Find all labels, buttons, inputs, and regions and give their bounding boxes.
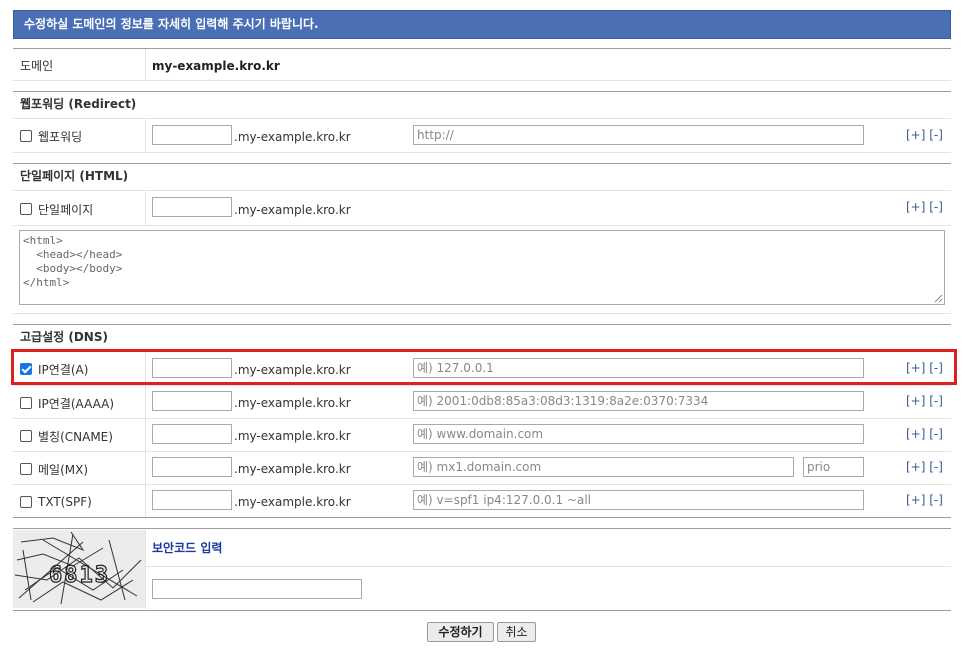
dns-mx-domain-suffix: .my-example.kro.kr <box>234 462 351 476</box>
redirect-checkbox-label: 웹포워딩 <box>38 129 83 144</box>
dns-txt-domain-suffix: .my-example.kro.kr <box>234 495 351 509</box>
dns-txt-label: TXT(SPF) <box>38 495 92 509</box>
divider <box>13 484 951 485</box>
domain-value: my-example.kro.kr <box>152 59 280 73</box>
dns-txt-checkbox-row[interactable]: TXT(SPF) <box>20 494 92 510</box>
dns-txt-add-remove-controls[interactable]: [+] [-] <box>906 492 943 508</box>
html-checkbox-row[interactable]: 단일페이지 <box>20 201 93 217</box>
divider <box>13 418 951 419</box>
section-divider <box>13 163 951 164</box>
divider <box>13 610 951 611</box>
dns-mx-priority-input[interactable]: prio <box>803 457 864 477</box>
html-checkbox-label: 단일페이지 <box>38 202 94 217</box>
section-divider <box>13 324 951 325</box>
redirect-checkbox-row[interactable]: 웹포워딩 <box>20 128 82 144</box>
divider <box>13 451 951 452</box>
html-content-textarea[interactable]: <html> <head></head> <body></body> </htm… <box>19 230 945 305</box>
column-divider <box>145 529 146 609</box>
column-divider <box>145 191 146 225</box>
submit-button[interactable]: 수정하기 <box>427 622 494 642</box>
dns-cname-add-remove-controls[interactable]: [+] [-] <box>906 426 943 442</box>
dns-cname-domain-suffix: .my-example.kro.kr <box>234 429 351 443</box>
captcha-title: 보안코드 입력 <box>152 541 223 555</box>
dns-txt-subdomain-input[interactable] <box>152 490 232 510</box>
dns-txt-value-input[interactable]: 예) v=spf1 ip4:127.0.0.1 ~all <box>413 490 864 510</box>
html-domain-suffix: .my-example.kro.kr <box>234 203 351 217</box>
dns-mx-subdomain-input[interactable] <box>152 457 232 477</box>
redirect-section-title: 웹포워딩 (Redirect) <box>20 97 137 111</box>
dns-cname-checkbox-row[interactable]: 별칭(CNAME) <box>20 428 113 444</box>
divider <box>146 566 951 567</box>
dns-mx-checkbox-row[interactable]: 메일(MX) <box>20 461 88 477</box>
redirect-add-remove-controls[interactable]: [+] [-] <box>906 127 943 143</box>
html-subdomain-input[interactable] <box>152 197 232 217</box>
dns-aaaa-label: IP연결(AAAA) <box>38 396 115 411</box>
captcha-code-text: 6813 <box>49 563 110 588</box>
divider <box>13 48 951 49</box>
dns-txt-checkbox[interactable] <box>20 496 32 508</box>
divider <box>13 152 951 153</box>
dns-mx-label: 메일(MX) <box>38 462 89 477</box>
dns-mx-add-remove-controls[interactable]: [+] [-] <box>906 459 943 475</box>
divider <box>13 517 951 518</box>
dns-aaaa-subdomain-input[interactable] <box>152 391 232 411</box>
dns-aaaa-value-input[interactable]: 예) 2001:0db8:85a3:08d3:1319:8a2e:0370:73… <box>413 391 864 411</box>
captcha-input[interactable] <box>152 579 362 599</box>
redirect-subdomain-input[interactable] <box>152 125 232 145</box>
redirect-checkbox[interactable] <box>20 130 32 142</box>
dns-section-title: 고급설정 (DNS) <box>20 330 108 344</box>
redirect-url-input[interactable]: http:// <box>413 125 864 145</box>
form-header-banner: 수정하실 도메인의 정보를 자세히 입력해 주시기 바랍니다. <box>13 10 951 39</box>
dns-cname-checkbox[interactable] <box>20 430 32 442</box>
dns-mx-value-input[interactable]: 예) mx1.domain.com <box>413 457 794 477</box>
divider <box>13 225 951 226</box>
divider <box>13 118 951 119</box>
highlight-box <box>11 349 957 385</box>
dns-aaaa-checkbox-row[interactable]: IP연결(AAAA) <box>20 395 114 411</box>
domain-label: 도메인 <box>20 59 54 73</box>
dns-cname-subdomain-input[interactable] <box>152 424 232 444</box>
dns-aaaa-checkbox[interactable] <box>20 397 32 409</box>
divider <box>13 190 951 191</box>
section-divider <box>13 91 951 92</box>
dns-aaaa-add-remove-controls[interactable]: [+] [-] <box>906 393 943 409</box>
html-checkbox[interactable] <box>20 203 32 215</box>
divider <box>13 80 951 81</box>
html-add-remove-controls[interactable]: [+] [-] <box>906 199 943 215</box>
dns-aaaa-domain-suffix: .my-example.kro.kr <box>234 396 351 410</box>
cancel-button[interactable]: 취소 <box>497 622 536 642</box>
dns-cname-label: 별칭(CNAME) <box>38 429 113 444</box>
dns-cname-value-input[interactable]: 예) www.domain.com <box>413 424 864 444</box>
section-divider <box>13 528 951 529</box>
divider <box>13 313 951 314</box>
captcha-image: 6813 <box>13 530 145 608</box>
redirect-domain-suffix: .my-example.kro.kr <box>234 130 351 144</box>
divider <box>13 385 951 386</box>
resize-grip-icon[interactable] <box>934 294 943 303</box>
dns-mx-checkbox[interactable] <box>20 463 32 475</box>
column-divider <box>145 49 146 80</box>
column-divider <box>145 119 146 152</box>
html-section-title: 단일페이지 (HTML) <box>20 169 129 183</box>
